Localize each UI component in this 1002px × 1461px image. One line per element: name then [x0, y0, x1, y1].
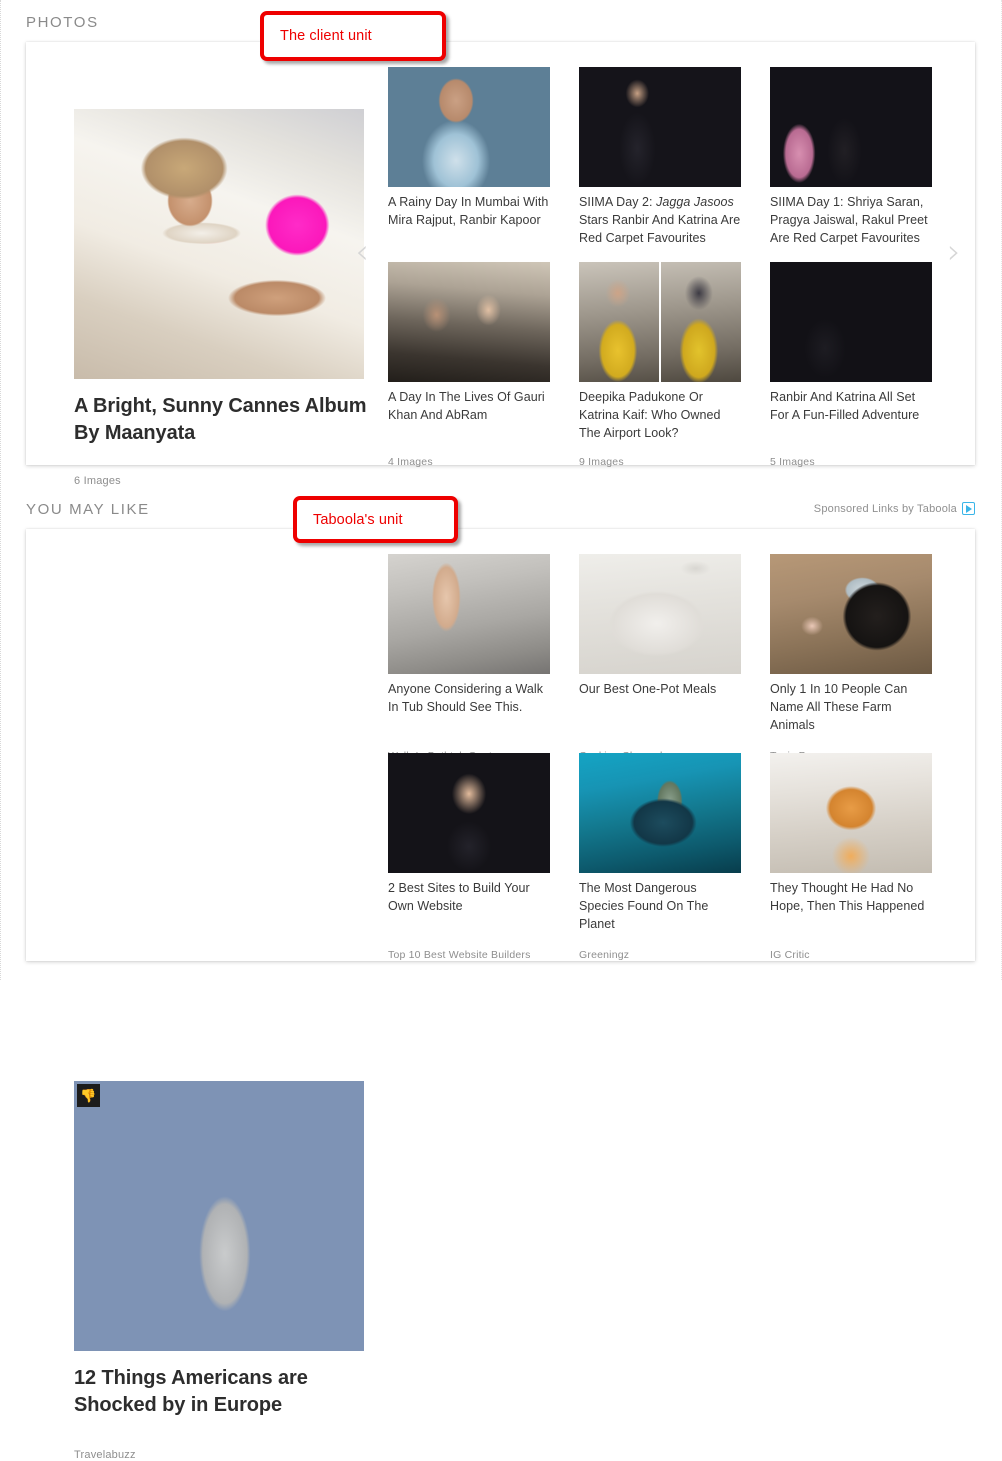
photos-grid-item[interactable]: Deepika Padukone Or Katrina Kaif: Who Ow… — [579, 262, 741, 468]
taboola-grid-item[interactable]: 2 Best Sites to Build Your Own Website T… — [388, 753, 550, 961]
taboola-featured-item[interactable]: 👎 12 Things Americans are Shocked by in … — [74, 1081, 374, 1461]
taboola-grid-brand: IG Critic — [770, 949, 810, 961]
photos-featured-item[interactable]: A Bright, Sunny Cannes Album By Maanyata… — [74, 109, 374, 487]
photos-grid-title[interactable]: A Rainy Day In Mumbai With Mira Rajput, … — [388, 194, 550, 230]
taboola-featured-title[interactable]: 12 Things Americans are Shocked by in Eu… — [74, 1365, 374, 1419]
taboola-grid-thumbnail[interactable] — [579, 554, 741, 674]
taboola-grid-thumbnail[interactable] — [770, 753, 932, 873]
taboola-grid-thumbnail[interactable] — [388, 753, 550, 873]
taboola-grid-title[interactable]: They Thought He Had No Hope, Then This H… — [770, 880, 932, 916]
title-italic-part: Jagga Jasoos — [656, 195, 734, 209]
photos-grid-thumbnail[interactable] — [388, 262, 550, 382]
photos-grid-item[interactable]: SIIMA Day 2: Jagga Jasoos Stars Ranbir A… — [579, 67, 741, 273]
photos-featured-thumbnail[interactable] — [74, 109, 364, 379]
taboola-grid-brand: Top 10 Best Website Builders — [388, 949, 531, 961]
photos-grid-thumbnail[interactable] — [770, 262, 932, 382]
photos-featured-title[interactable]: A Bright, Sunny Cannes Album By Maanyata — [74, 393, 374, 447]
thumbs-down-icon[interactable]: 👎 — [77, 1084, 100, 1107]
taboola-grid-title[interactable]: Anyone Considering a Walk In Tub Should … — [388, 681, 550, 717]
taboola-logo-icon[interactable] — [962, 502, 975, 515]
taboola-card: 👎 12 Things Americans are Shocked by in … — [26, 529, 975, 1461]
sponsored-links-label[interactable]: Sponsored Links by Taboola — [814, 502, 975, 515]
photos-grid-image-count: 5 Images — [770, 456, 815, 468]
taboola-grid-thumbnail[interactable] — [388, 554, 550, 674]
taboola-grid-item[interactable]: The Most Dangerous Species Found On The … — [579, 753, 741, 961]
title-prefix: SIIMA Day 2: — [579, 195, 657, 209]
taboola-grid-thumbnail[interactable] — [770, 554, 932, 674]
photos-grid-title[interactable]: SIIMA Day 1: Shriya Saran, Pragya Jaiswa… — [770, 194, 932, 247]
taboola-grid-title[interactable]: The Most Dangerous Species Found On The … — [579, 880, 741, 933]
sponsored-links-text: Sponsored Links by Taboola — [813, 502, 957, 515]
taboola-grid-title[interactable]: 2 Best Sites to Build Your Own Website — [388, 880, 550, 916]
photos-grid-item[interactable]: SIIMA Day 1: Shriya Saran, Pragya Jaiswa… — [770, 67, 932, 273]
photos-card: A Bright, Sunny Cannes Album By Maanyata… — [26, 42, 975, 487]
title-suffix: Stars Ranbir And Katrina Are Red Carpet … — [579, 212, 741, 245]
taboola-grid-title[interactable]: Only 1 In 10 People Can Name All These F… — [770, 681, 932, 734]
carousel-next-arrow-icon[interactable]: › — [941, 230, 967, 274]
taboola-grid-title[interactable]: Our Best One-Pot Meals — [579, 681, 741, 699]
taboola-grid-item[interactable]: Only 1 In 10 People Can Name All These F… — [770, 554, 932, 762]
photos-grid-title[interactable]: SIIMA Day 2: Jagga Jasoos Stars Ranbir A… — [579, 194, 741, 247]
photos-grid-thumbnail[interactable] — [579, 262, 741, 382]
photos-featured-image-count: 6 Images — [74, 475, 121, 487]
photos-grid-item[interactable]: A Rainy Day In Mumbai With Mira Rajput, … — [388, 67, 550, 273]
photos-grid-item[interactable]: Ranbir And Katrina All Set For A Fun-Fil… — [770, 262, 932, 468]
annotation-callout-client-unit: The client unit — [260, 11, 446, 61]
photos-grid-item[interactable]: A Day In The Lives Of Gauri Khan And AbR… — [388, 262, 550, 468]
taboola-grid-brand: Greeningz — [579, 949, 630, 961]
taboola-grid-item[interactable]: Our Best One-Pot Meals Cooking Channel — [579, 554, 741, 762]
photos-grid-thumbnail[interactable] — [388, 67, 550, 187]
taboola-grid-item[interactable]: They Thought He Had No Hope, Then This H… — [770, 753, 932, 961]
taboola-grid-item[interactable]: Anyone Considering a Walk In Tub Should … — [388, 554, 550, 762]
photos-grid-title[interactable]: Deepika Padukone Or Katrina Kaif: Who Ow… — [579, 389, 741, 442]
annotation-callout-taboola-unit: Taboola's unit — [293, 496, 458, 543]
taboola-featured-brand: Travelabuzz — [74, 1449, 136, 1461]
photos-grid-title[interactable]: A Day In The Lives Of Gauri Khan And AbR… — [388, 389, 550, 425]
taboola-grid-thumbnail[interactable] — [579, 753, 741, 873]
photos-grid-image-count: 9 Images — [579, 456, 624, 468]
taboola-featured-thumbnail[interactable]: 👎 — [74, 1081, 364, 1351]
photos-grid-thumbnail[interactable] — [579, 67, 741, 187]
carousel-prev-arrow-icon[interactable]: ‹ — [349, 230, 375, 274]
photos-grid-title[interactable]: Ranbir And Katrina All Set For A Fun-Fil… — [770, 389, 932, 425]
you-may-like-section-heading: YOU MAY LIKE — [26, 501, 150, 518]
photos-section-heading: PHOTOS — [26, 14, 99, 31]
photos-grid-image-count: 4 Images — [388, 456, 433, 468]
photos-grid-thumbnail[interactable] — [770, 67, 932, 187]
